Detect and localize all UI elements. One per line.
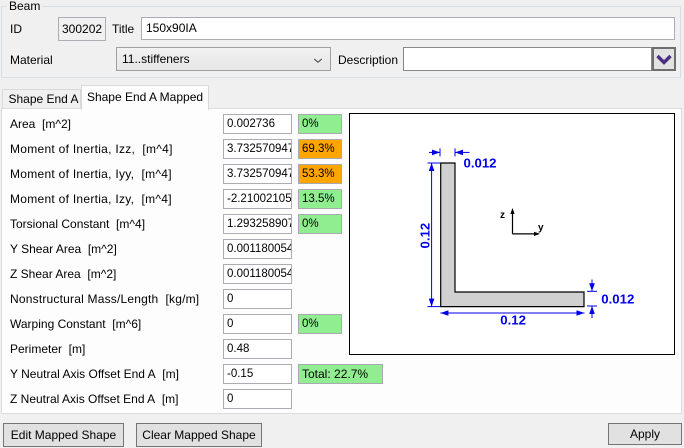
- svg-text:z: z: [500, 210, 505, 221]
- svg-text:0.012: 0.012: [601, 291, 634, 306]
- svg-text:0.12: 0.12: [500, 313, 526, 328]
- svg-text:y: y: [538, 223, 544, 234]
- svg-text:0.12: 0.12: [418, 223, 433, 249]
- svg-text:0.012: 0.012: [464, 156, 497, 171]
